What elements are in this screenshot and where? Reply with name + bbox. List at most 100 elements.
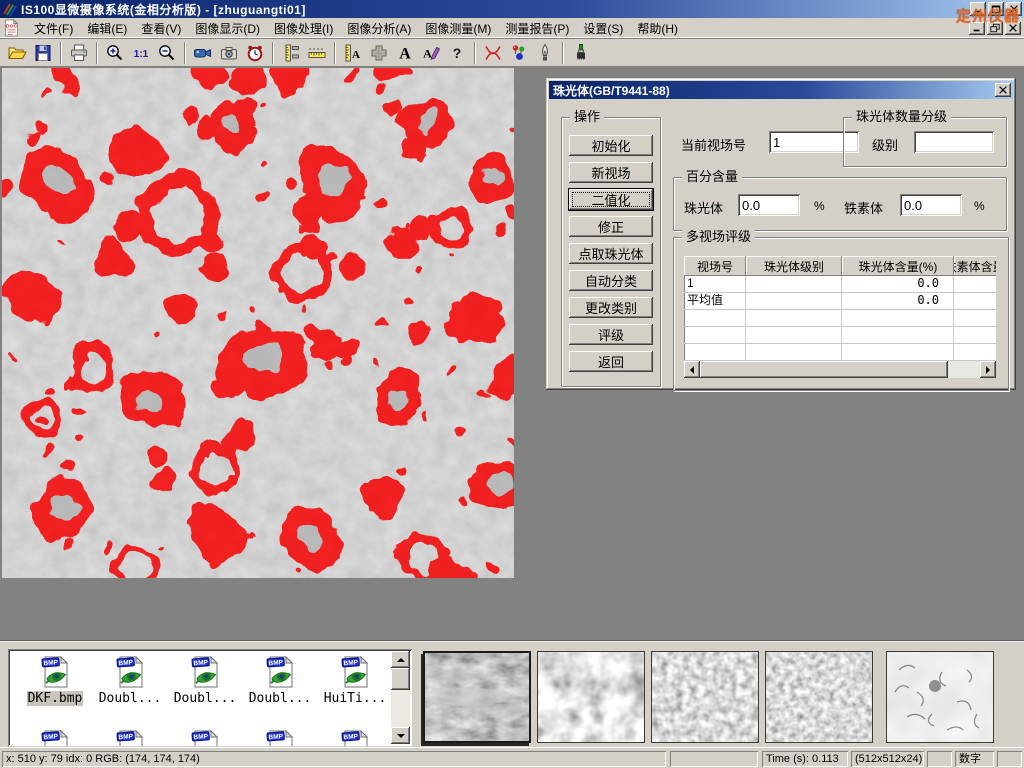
- menu-help[interactable]: 帮助(H): [630, 18, 685, 39]
- op-button-2[interactable]: 新视场: [569, 162, 653, 183]
- table-cell: [684, 310, 746, 326]
- help-button[interactable]: ?: [444, 41, 470, 65]
- open-file-button[interactable]: [4, 41, 30, 65]
- zoom-out-button[interactable]: [154, 41, 180, 65]
- menu-view[interactable]: 查看(V): [134, 18, 188, 39]
- micrograph-thumbnail-2[interactable]: [537, 651, 645, 743]
- menu-edit[interactable]: 编辑(E): [80, 18, 134, 39]
- print-button[interactable]: [66, 41, 92, 65]
- menu-image-analysis[interactable]: 图像分析(A): [340, 18, 418, 39]
- file-item-doubl-[interactable]: BMPDoubl...: [93, 655, 167, 707]
- menu-measure-report[interactable]: 测量报告(P): [498, 18, 576, 39]
- column-header-3[interactable]: 珠光体含量(%): [842, 256, 954, 276]
- bmp-file-icon: BMP: [263, 655, 297, 689]
- op-button-8[interactable]: 评级: [569, 324, 653, 345]
- file-item-doubl-[interactable]: BMPDoubl...: [168, 655, 242, 707]
- grade-level-input[interactable]: [914, 131, 994, 153]
- color-particles-button[interactable]: [506, 41, 532, 65]
- op-button-7[interactable]: 更改类别: [569, 297, 653, 318]
- grading-group: 珠光体数量分级 级别: [843, 117, 1007, 167]
- op-button-9[interactable]: 返回: [569, 351, 653, 372]
- brush-button[interactable]: [568, 41, 594, 65]
- micrograph-thumbnail-5[interactable]: [886, 651, 994, 743]
- menu-image-display[interactable]: 图像显示(D): [188, 18, 267, 39]
- op-button-6[interactable]: 自动分类: [569, 270, 653, 291]
- file-item-huiti-[interactable]: BMPHuiTi...: [318, 655, 392, 707]
- video-camera-button[interactable]: [190, 41, 216, 65]
- micrograph-thumbnail-4[interactable]: [765, 651, 873, 743]
- annotate-pencil-button[interactable]: A: [418, 41, 444, 65]
- title-bar: IS100显微摄像系统(金相分析版) - [zhuguangti01]: [0, 0, 1024, 18]
- menu-image-process[interactable]: 图像处理(I): [267, 18, 340, 39]
- zoom-out-icon: [157, 43, 177, 63]
- image-size-readout: (512x512x24): [851, 751, 924, 767]
- scroll-down-button[interactable]: [391, 727, 410, 744]
- svg-text:BMP: BMP: [43, 733, 59, 741]
- multi-view-group-label: 多视场评级: [682, 230, 755, 244]
- status-small-panel: [927, 751, 952, 767]
- scrollbar-thumb[interactable]: [700, 361, 948, 378]
- menu-file[interactable]: 文件(F): [27, 18, 80, 39]
- table-row-2[interactable]: 平均值0.0: [684, 293, 996, 310]
- horizontal-ruler-button[interactable]: [304, 41, 330, 65]
- document-icon: DOC: [3, 19, 21, 37]
- op-button-3[interactable]: 二值化: [569, 189, 653, 210]
- pearlite-percent-input[interactable]: [738, 194, 800, 216]
- file-item-doubl-[interactable]: BMPDoubl...: [243, 655, 317, 707]
- grid-cross-button[interactable]: [366, 41, 392, 65]
- menu-image-measure[interactable]: 图像测量(M): [418, 18, 498, 39]
- column-header-2[interactable]: 珠光体级别: [746, 256, 842, 276]
- file-item-partial-5[interactable]: BMP: [318, 729, 392, 746]
- svg-text:?: ?: [453, 45, 462, 61]
- text-label-button[interactable]: A: [392, 41, 418, 65]
- micrograph-binary-image[interactable]: [2, 68, 514, 578]
- multi-view-group: 多视场评级 视场号珠光体级别珠光体含量(%)铁素体含量(%) 10.0平均值0.…: [673, 237, 1009, 391]
- micrograph-thumbnail-3[interactable]: [651, 651, 759, 743]
- scrollbar-track[interactable]: [948, 361, 980, 378]
- op-button-4[interactable]: 修正: [569, 216, 653, 237]
- video-camera-icon: [193, 43, 213, 63]
- dialog-close-button[interactable]: [995, 83, 1011, 97]
- vertical-caliper-button[interactable]: [278, 41, 304, 65]
- scroll-up-button[interactable]: [391, 651, 410, 668]
- file-item-partial-4[interactable]: BMP: [243, 729, 317, 746]
- file-item-partial-1[interactable]: BMP: [18, 729, 92, 746]
- svg-text:BMP: BMP: [268, 659, 284, 667]
- zoom-in-button[interactable]: [102, 41, 128, 65]
- file-name: DKF.bmp: [27, 691, 84, 706]
- table-row-1[interactable]: 10.0: [684, 276, 996, 293]
- red-curves-button[interactable]: [480, 41, 506, 65]
- measure-scale-button[interactable]: A: [340, 41, 366, 65]
- mdi-close-button[interactable]: [1005, 22, 1021, 35]
- scroll-left-button[interactable]: [684, 361, 700, 378]
- op-button-5[interactable]: 点取珠光体: [569, 243, 653, 264]
- capture-camera-button[interactable]: [216, 41, 242, 65]
- column-header-4[interactable]: 铁素体含量(%): [954, 256, 996, 276]
- minimize-button[interactable]: [970, 2, 986, 16]
- maximize-button[interactable]: [988, 2, 1004, 16]
- table-horizontal-scrollbar[interactable]: [684, 361, 996, 378]
- file-browser-scrollbar[interactable]: [391, 651, 410, 744]
- mdi-minimize-button[interactable]: [969, 22, 985, 35]
- file-item-partial-3[interactable]: BMP: [168, 729, 242, 746]
- table-row-4[interactable]: [684, 327, 996, 344]
- actual-size-button[interactable]: 1:1: [128, 41, 154, 65]
- save-file-button[interactable]: [30, 41, 56, 65]
- menu-settings[interactable]: 设置(S): [576, 18, 630, 39]
- column-header-1[interactable]: 视场号: [684, 256, 746, 276]
- scroll-right-button[interactable]: [980, 361, 996, 378]
- svg-text:DOC: DOC: [6, 24, 17, 30]
- file-item-partial-2[interactable]: BMP: [93, 729, 167, 746]
- timer-clock-button[interactable]: [242, 41, 268, 65]
- op-button-1[interactable]: 初始化: [569, 135, 653, 156]
- table-row-3[interactable]: [684, 310, 996, 327]
- file-scrollbar-thumb[interactable]: [391, 668, 410, 690]
- close-button[interactable]: [1006, 2, 1022, 16]
- ferrite-percent-input[interactable]: [900, 194, 962, 216]
- file-item-dkf-bmp[interactable]: BMPDKF.bmp: [18, 655, 92, 707]
- pen-nib-button[interactable]: [532, 41, 558, 65]
- table-row-5[interactable]: [684, 344, 996, 361]
- mdi-restore-button[interactable]: [987, 22, 1003, 35]
- table-cell: [954, 344, 996, 360]
- micrograph-thumbnail-1[interactable]: [423, 651, 531, 743]
